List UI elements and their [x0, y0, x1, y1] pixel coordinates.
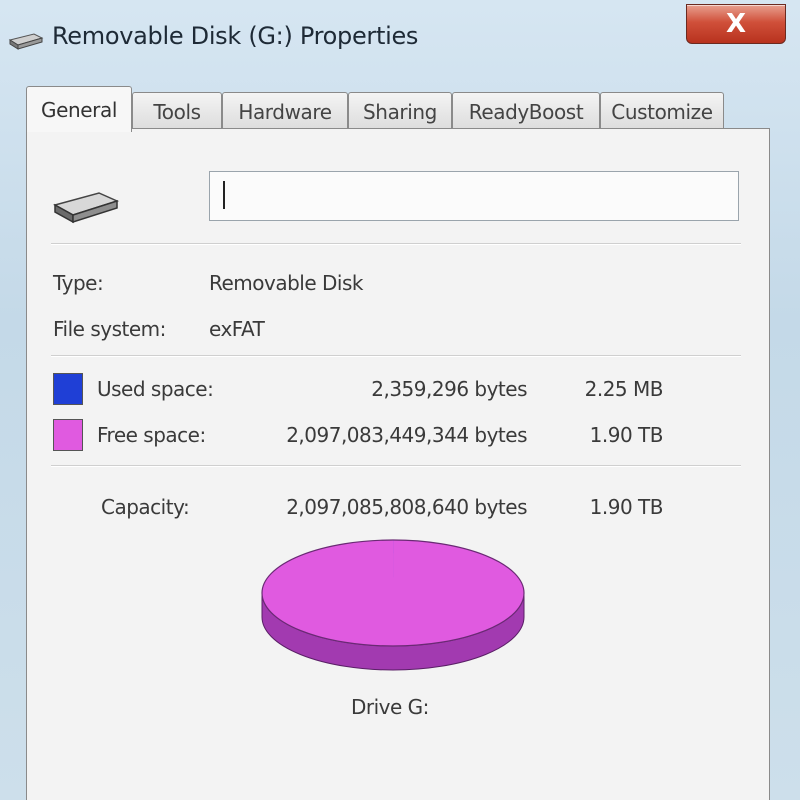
- text-caret: [223, 181, 225, 209]
- tab-sharing[interactable]: Sharing: [348, 92, 452, 130]
- separator: [51, 355, 741, 357]
- window-title: Removable Disk (G:) Properties: [52, 22, 419, 50]
- drive-name-input[interactable]: [209, 171, 739, 221]
- title-bar[interactable]: Removable Disk (G:) Properties X: [0, 0, 800, 78]
- capacity-size: 1.90 TB: [589, 495, 664, 519]
- type-value: Removable Disk: [209, 271, 364, 295]
- file-system-label: File system:: [53, 317, 166, 341]
- file-system-value: exFAT: [209, 317, 265, 341]
- used-space-size: 2.25 MB: [584, 377, 664, 401]
- removable-drive-icon: [53, 192, 120, 224]
- used-space-bytes: 2,359,296 bytes: [371, 377, 527, 401]
- removable-drive-icon: [8, 33, 44, 50]
- type-label: Type:: [53, 271, 104, 295]
- free-space-size: 1.90 TB: [589, 423, 664, 447]
- tab-readyboost[interactable]: ReadyBoost: [452, 92, 600, 130]
- tab-tools[interactable]: Tools: [132, 92, 222, 130]
- tab-customize[interactable]: Customize: [600, 92, 724, 130]
- drive-label: Drive G:: [351, 695, 429, 719]
- properties-window: Removable Disk (G:) Properties X General…: [0, 0, 800, 800]
- used-space-label: Used space:: [97, 377, 214, 401]
- capacity-bytes: 2,097,085,808,640 bytes: [286, 495, 527, 519]
- separator: [51, 465, 741, 467]
- free-space-bytes: 2,097,083,449,344 bytes: [286, 423, 527, 447]
- tab-general[interactable]: General: [26, 86, 132, 132]
- general-panel: Type: Removable Disk File system: exFAT …: [26, 128, 770, 800]
- separator: [51, 243, 741, 245]
- close-icon: X: [725, 9, 747, 39]
- tab-strip: General Tools Hardware Sharing ReadyBoos…: [26, 86, 746, 132]
- disk-usage-pie-chart: [261, 539, 525, 671]
- tab-hardware[interactable]: Hardware: [222, 92, 348, 130]
- free-space-label: Free space:: [97, 423, 206, 447]
- used-space-swatch: [53, 373, 83, 405]
- free-space-swatch: [53, 419, 83, 451]
- capacity-label: Capacity:: [101, 495, 190, 519]
- close-button[interactable]: X: [686, 4, 786, 44]
